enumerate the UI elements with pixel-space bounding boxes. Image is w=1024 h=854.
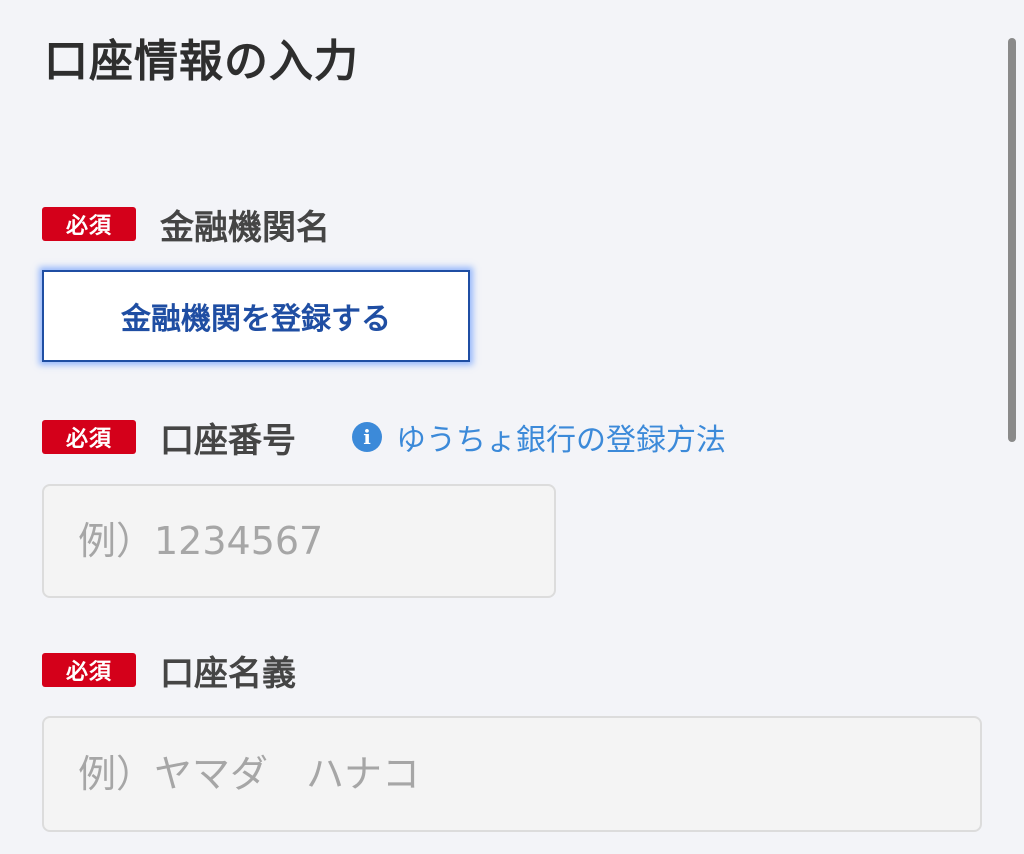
register-bank-button[interactable]: 金融機関を登録する [42, 270, 470, 362]
info-icon: i [352, 422, 382, 452]
account-number-label: 口座番号 [160, 420, 296, 461]
account-number-input[interactable] [42, 484, 556, 598]
required-badge: 必須 [42, 207, 136, 241]
yucho-help-link-text: ゆうちょ銀行の登録方法 [396, 423, 726, 458]
page-title: 口座情報の入力 [44, 36, 359, 87]
account-holder-label-row: 必須 口座名義 [42, 646, 296, 694]
account-holder-input[interactable] [42, 716, 982, 832]
bank-name-label: 金融機関名 [160, 207, 330, 248]
yucho-help-link[interactable]: i ゆうちょ銀行の登録方法 [352, 415, 726, 459]
required-badge: 必須 [42, 420, 136, 454]
vertical-scrollbar[interactable] [1008, 38, 1016, 442]
account-holder-label: 口座名義 [160, 653, 296, 694]
account-number-label-row: 必須 口座番号 i ゆうちょ銀行の登録方法 [42, 413, 726, 461]
bank-name-label-row: 必須 金融機関名 [42, 200, 330, 248]
required-badge: 必須 [42, 653, 136, 687]
